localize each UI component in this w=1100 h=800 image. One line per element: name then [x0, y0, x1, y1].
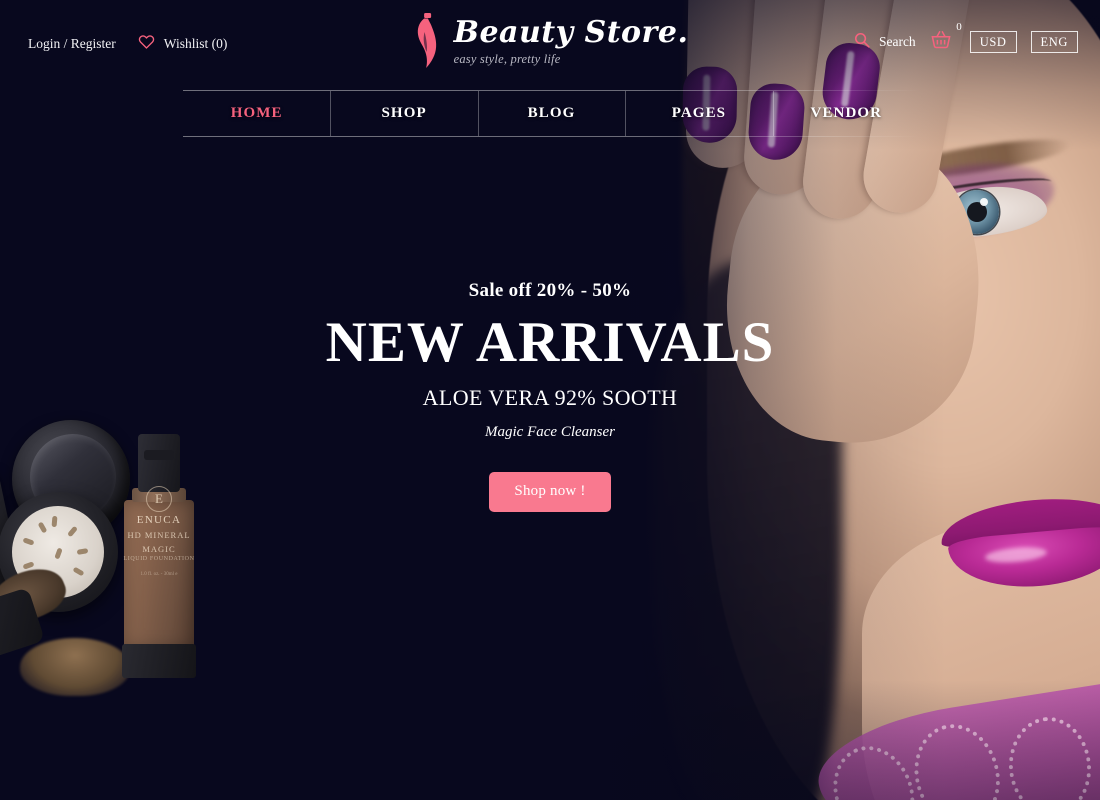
- wishlist-button[interactable]: Wishlist (0): [138, 34, 228, 54]
- search-icon: [854, 32, 870, 53]
- login-register-link[interactable]: Login / Register: [28, 36, 116, 52]
- topbar-right-group: Search 0 USD ENG: [854, 21, 1078, 54]
- shop-now-button[interactable]: Shop now !: [489, 471, 611, 512]
- search-label: Search: [878, 34, 916, 49]
- hero-subtitle: ALOE VERA 92% SOOTH: [422, 384, 678, 410]
- hero-eyebrow: Sale off 20% - 50%: [468, 280, 632, 301]
- foundation-product-subtitle: MAGIC: [142, 544, 176, 554]
- nav-item-home[interactable]: HOME: [183, 90, 330, 137]
- currency-selector[interactable]: USD: [969, 30, 1017, 54]
- hero-title: NEW ARRIVALS: [325, 311, 775, 374]
- hero-section: Sale off 20% - 50% NEW ARRIVALS ALOE VER…: [0, 280, 1100, 512]
- foundation-product-name: HD MINERAL: [127, 530, 191, 540]
- logo-title: Beauty Store.: [453, 15, 689, 51]
- logo-tagline: easy style, pretty life: [453, 51, 561, 66]
- nav-item-pages[interactable]: PAGES: [625, 90, 772, 137]
- foundation-volume: 1.0 fl. oz. - 30ml e: [140, 572, 178, 577]
- language-selector[interactable]: ENG: [1030, 30, 1078, 54]
- foundation-brand: ENUCA: [136, 514, 182, 526]
- cart-count-badge: 0: [956, 21, 962, 33]
- nav-item-shop[interactable]: SHOP: [330, 90, 477, 137]
- heart-icon: [138, 34, 155, 54]
- logo-text: Beauty Store. easy style, pretty life: [454, 15, 689, 67]
- header-topbar: Login / Register Wishlist (0) Beauty Sto…: [0, 0, 1100, 88]
- nav-item-blog[interactable]: BLOG: [477, 90, 625, 137]
- search-button[interactable]: Search: [854, 32, 916, 53]
- spilled-powder: [20, 638, 130, 696]
- page-root: E ENUCA HD MINERAL MAGIC LIQUID FOUNDATI…: [0, 0, 1100, 800]
- site-logo[interactable]: Beauty Store. easy style, pretty life: [412, 12, 689, 70]
- shopping-basket-icon: [930, 31, 952, 53]
- cart-button[interactable]: 0: [930, 21, 962, 54]
- hero-caption: Magic Face Cleanser: [485, 423, 615, 440]
- main-navigation: HOME SHOP BLOG PAGES VENDOR: [183, 90, 920, 137]
- wishlist-label: Wishlist (0): [163, 36, 228, 51]
- foundation-base: [122, 644, 196, 678]
- foundation-descriptor: LIQUID FOUNDATION: [123, 556, 195, 562]
- nav-item-vendor[interactable]: VENDOR: [772, 90, 920, 137]
- topbar-left-group: Login / Register Wishlist (0): [28, 34, 227, 54]
- cosmetic-bottle-icon: [412, 12, 444, 70]
